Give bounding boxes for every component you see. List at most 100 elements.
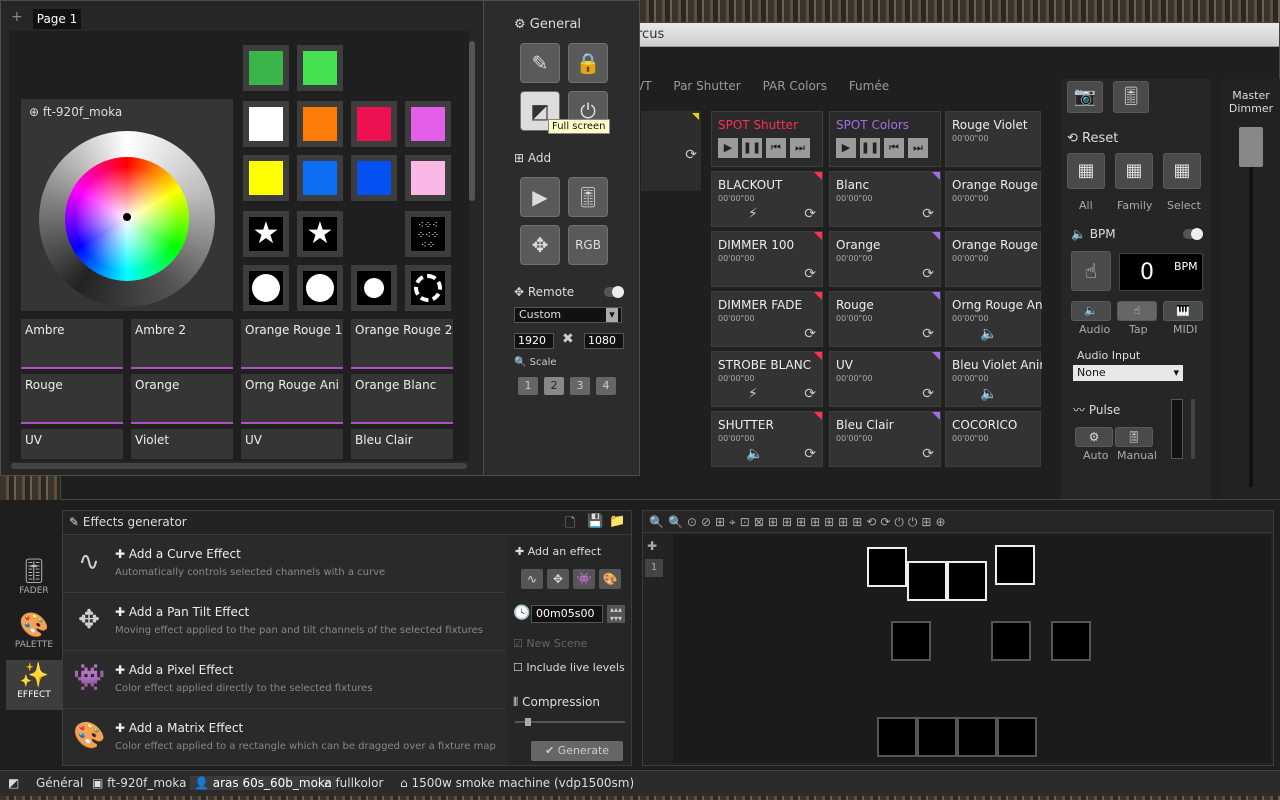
add-matrix-effect[interactable]: 🎨 ✚ Add a Matrix Effect Color effect app… xyxy=(63,709,505,767)
loop-icon[interactable]: ⟳ xyxy=(804,266,816,282)
cue-item[interactable]: Rouge 00'00"00 ⟳ xyxy=(829,291,941,347)
add-pixel-effect[interactable]: 👾 ✚ Add a Pixel Effect Color effect appl… xyxy=(63,651,505,709)
map-toolbar[interactable]: 🔍🔍⊙⊘⊞⌖⊡⊠⊞⊞⊞⊞⊞⊞⊞⟲⟳⏻⏻⊞⊕ xyxy=(643,511,1273,533)
fixture[interactable] xyxy=(917,717,957,757)
tap-icon[interactable]: ☝ xyxy=(1071,251,1111,291)
flash-icon[interactable]: ⚡ xyxy=(748,386,758,402)
swatch[interactable] xyxy=(351,155,397,201)
cue-item[interactable]: Bleu Clair 00'00"00 ⟳ xyxy=(829,411,941,467)
pan-tilt-icon[interactable]: ✥ xyxy=(547,569,569,589)
bpm-toggle[interactable] xyxy=(1183,228,1203,240)
palette-item[interactable]: Orange Rouge 2 xyxy=(351,319,453,369)
next-icon[interactable]: ⏭ xyxy=(908,138,928,158)
loop-icon[interactable]: ⟳ xyxy=(922,386,934,402)
save-icon[interactable]: 💾 xyxy=(587,514,603,529)
lock-icon[interactable]: 🔒 xyxy=(568,43,608,83)
fixture[interactable] xyxy=(877,717,917,757)
fullscreen-icon[interactable]: ◩ xyxy=(8,776,19,790)
duration-input[interactable]: 00m05s00 xyxy=(531,605,603,623)
gobo-ring[interactable] xyxy=(405,265,451,311)
loop-icon[interactable]: ⟳ xyxy=(685,147,697,163)
tap-source-icon[interactable]: ☝ xyxy=(1117,301,1157,321)
prev-icon[interactable]: ⏮ xyxy=(884,138,904,158)
cue-item[interactable]: Blanc 00'00"00 ⟳ xyxy=(829,171,941,227)
cue-item[interactable]: Orange 00'00"00 ⟳ xyxy=(829,231,941,287)
horizontal-scrollbar[interactable] xyxy=(11,463,467,469)
loop-icon[interactable]: ⟳ xyxy=(804,386,816,402)
add-page-icon[interactable]: + xyxy=(11,9,23,25)
sidebar-fader[interactable]: 🎚 FADER xyxy=(6,556,62,606)
duration-stepper[interactable]: ▴▴▴ ▾▾▾ xyxy=(607,605,625,623)
pause-icon[interactable]: ❚❚ xyxy=(860,138,880,158)
swatch[interactable] xyxy=(351,101,397,147)
play-icon[interactable]: ▶ xyxy=(718,138,738,158)
add-pan-tilt-effect[interactable]: ✥ ✚ Add a Pan Tilt Effect Moving effect … xyxy=(63,593,505,651)
folder-icon[interactable]: 📁 xyxy=(609,514,625,529)
cue-item[interactable]: STROBE BLANC 00'00"00 ⚡ ⟳ xyxy=(711,351,823,407)
loop-icon[interactable]: ⟳ xyxy=(804,206,816,222)
taskbar-item-fullkolor[interactable]: ⌂ fullkolor xyxy=(324,776,383,790)
tab-page-1[interactable]: Page 1 xyxy=(33,9,81,29)
palette-item[interactable]: Bleu Clair xyxy=(351,429,453,459)
auto-gear-icon[interactable]: ⚙ xyxy=(1075,427,1113,447)
width-input[interactable]: 1920 xyxy=(514,333,554,349)
taskbar-item-aras[interactable]: 👤 aras 60s_60b_moka xyxy=(190,776,337,790)
scale-3-button[interactable]: 3 xyxy=(570,377,590,395)
loop-icon[interactable]: ⟳ xyxy=(922,326,934,342)
swatch[interactable] xyxy=(297,101,343,147)
curve-icon[interactable]: ∿ xyxy=(521,569,543,589)
cue-placeholder[interactable]: ⟳ xyxy=(641,111,701,191)
new-file-icon[interactable]: 🗋 xyxy=(565,514,575,536)
loop-icon[interactable]: ⟳ xyxy=(804,326,816,342)
gobo-circle[interactable] xyxy=(297,265,343,311)
add-fader-icon[interactable]: 🎚 xyxy=(568,177,608,217)
flash-icon[interactable]: ⚡ xyxy=(748,206,758,222)
cue-item[interactable]: COCORICO 00'00"00 xyxy=(945,411,1041,467)
cue-item[interactable]: UV 00'00"00 ⟳ xyxy=(829,351,941,407)
speaker-icon[interactable]: 🔈 xyxy=(980,326,997,342)
grid-family-icon[interactable]: ▦ xyxy=(1115,153,1153,189)
prev-icon[interactable]: ⏮ xyxy=(766,138,786,158)
fixture[interactable] xyxy=(957,717,997,757)
cue-item[interactable]: Orange Rouge 2 00'00"00 xyxy=(945,231,1042,287)
next-icon[interactable]: ⏭ xyxy=(790,138,810,158)
pause-icon[interactable]: ❚❚ xyxy=(742,138,762,158)
play-icon[interactable]: ▶ xyxy=(836,138,856,158)
gobo-dots[interactable]: ⁖⁘⁖ ⁘⁖⁘ ⁖⁘ xyxy=(405,211,451,257)
fixture[interactable] xyxy=(997,717,1037,757)
tab-fumee[interactable]: Fumée xyxy=(849,79,889,93)
generate-button[interactable]: ✔ Generate xyxy=(531,741,623,761)
loop-icon[interactable]: ⟳ xyxy=(922,266,934,282)
fixture[interactable] xyxy=(907,561,947,601)
cue-item[interactable]: SHUTTER 00'00"00 🔈 ⟳ xyxy=(711,411,823,467)
palette-item[interactable]: Orange xyxy=(131,374,233,424)
tab-par-colors[interactable]: PAR Colors xyxy=(763,79,827,93)
manual-slider-icon[interactable]: 🎚 xyxy=(1115,427,1153,447)
palette-item[interactable]: Orng Rouge Ani xyxy=(241,374,343,424)
fixture[interactable] xyxy=(891,621,931,661)
add-position-icon[interactable]: ✥ xyxy=(520,225,560,265)
speaker-icon[interactable]: 🔈 xyxy=(746,446,763,462)
palette-item[interactable]: UV xyxy=(21,429,123,459)
fixture[interactable] xyxy=(995,545,1035,585)
gobo-star[interactable]: ★ xyxy=(297,211,343,257)
matrix-icon[interactable]: 🎨 xyxy=(599,569,621,589)
palette-item[interactable]: Orange Rouge 1 xyxy=(241,319,343,369)
cue-item[interactable]: Orng Rouge Ani 00'00"00 🔈 xyxy=(945,291,1042,347)
add-rgb-icon[interactable]: RGB xyxy=(568,225,608,265)
remote-toggle[interactable] xyxy=(604,286,624,298)
include-live-checkbox[interactable]: ☐ Include live levels xyxy=(513,661,625,674)
master-fader-handle[interactable] xyxy=(1239,127,1263,167)
speaker-icon[interactable]: 🔈 xyxy=(980,386,997,402)
sidebar-effect[interactable]: ✨ EFFECT xyxy=(6,660,62,710)
cue-header-spot-colors[interactable]: SPOT Colors ▶ ❚❚ ⏮ ⏭ xyxy=(829,111,941,167)
pulse-slider[interactable] xyxy=(1191,399,1195,459)
reset-button[interactable]: ⟲ Reset xyxy=(1067,131,1118,146)
add-curve-effect[interactable]: ∿ ✚ Add a Curve Effect Automatically con… xyxy=(63,535,505,593)
cue-item[interactable]: DIMMER 100 00'00"00 ⟳ xyxy=(711,231,823,287)
add-player-icon[interactable]: ▶ xyxy=(520,177,560,217)
swatch[interactable] xyxy=(405,101,451,147)
fixture[interactable] xyxy=(991,621,1031,661)
cue-header-spot-shutter[interactable]: SPOT Shutter ▶ ❚❚ ⏮ ⏭ xyxy=(711,111,823,167)
taskbar-item-general[interactable]: Général xyxy=(36,776,83,790)
